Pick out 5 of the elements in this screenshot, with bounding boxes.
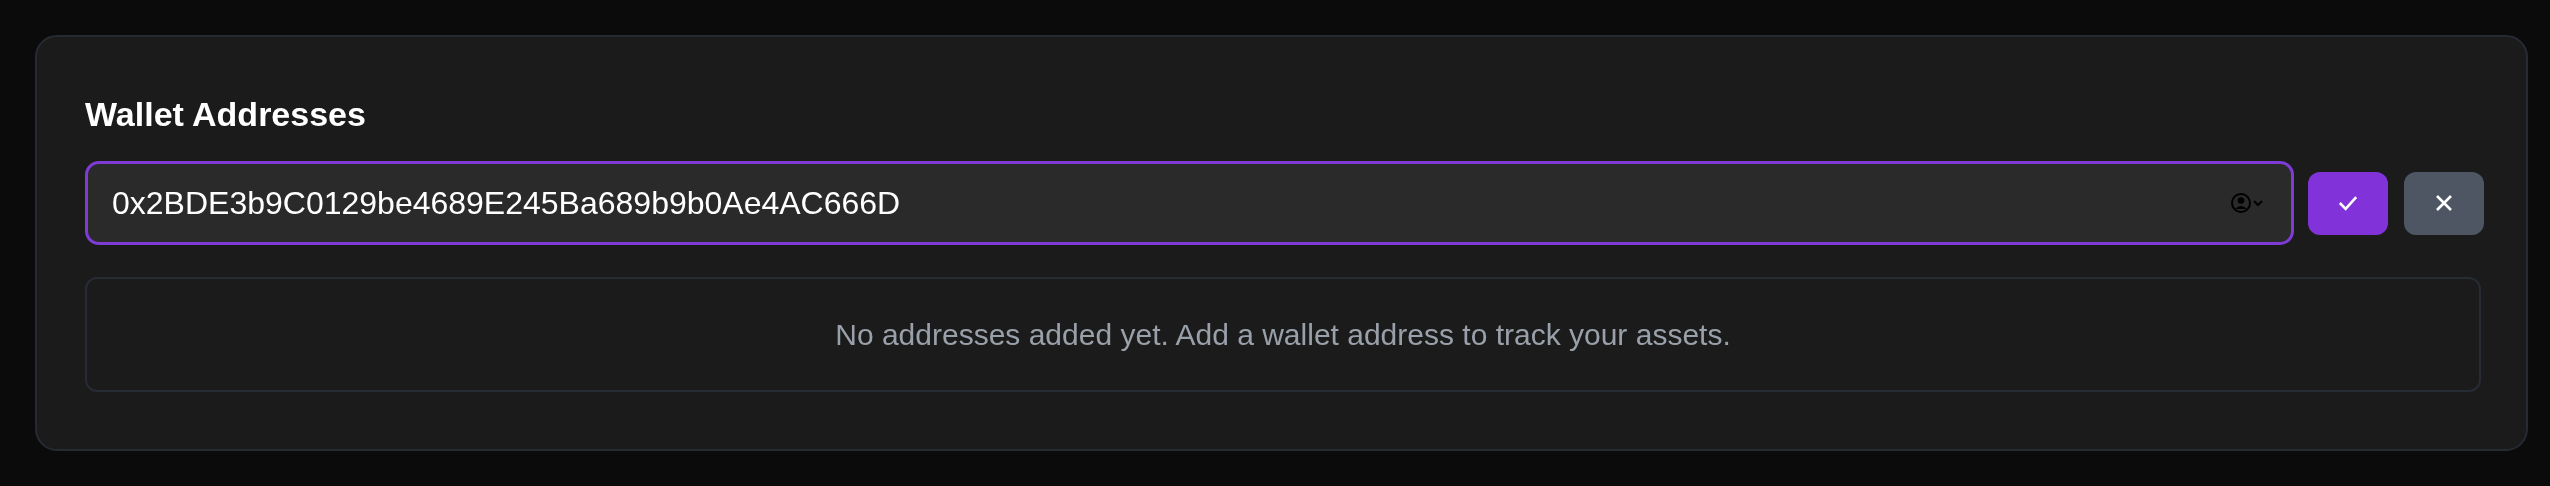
address-field[interactable]: 0x2BDE3b9C0129be4689E245Ba689b9b0Ae4AC666D — [85, 161, 2294, 245]
empty-state-message: No addresses added yet. Add a wallet address to track your assets. — [835, 317, 1731, 352]
section-title: Wallet Addresses — [85, 94, 367, 135]
close-button[interactable] — [2404, 171, 2484, 235]
confirm-button[interactable] — [2308, 171, 2388, 235]
